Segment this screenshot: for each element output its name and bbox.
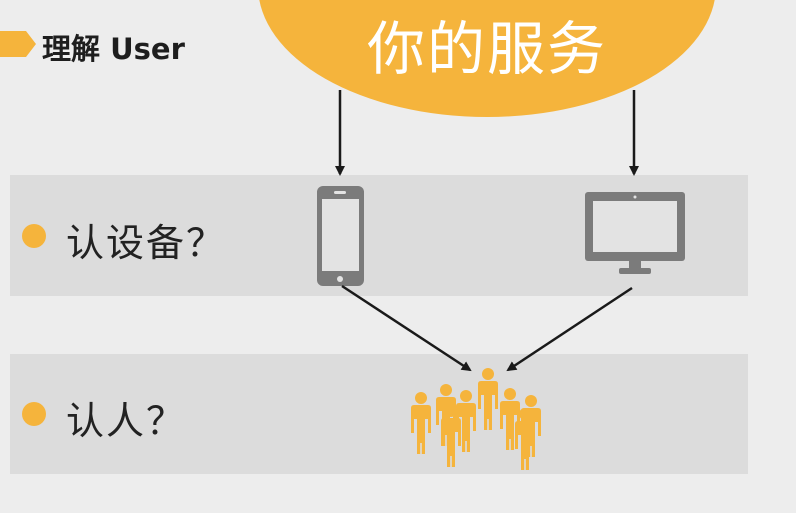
monitor-icon xyxy=(585,192,685,274)
arrow-phone-to-people xyxy=(341,284,472,372)
people-group-icon xyxy=(411,368,541,470)
arrow-monitor-to-people xyxy=(506,286,633,372)
person-figure xyxy=(478,368,498,430)
person-figure xyxy=(411,392,431,454)
phone-icon xyxy=(317,186,364,286)
diagram-overlay xyxy=(317,90,685,470)
